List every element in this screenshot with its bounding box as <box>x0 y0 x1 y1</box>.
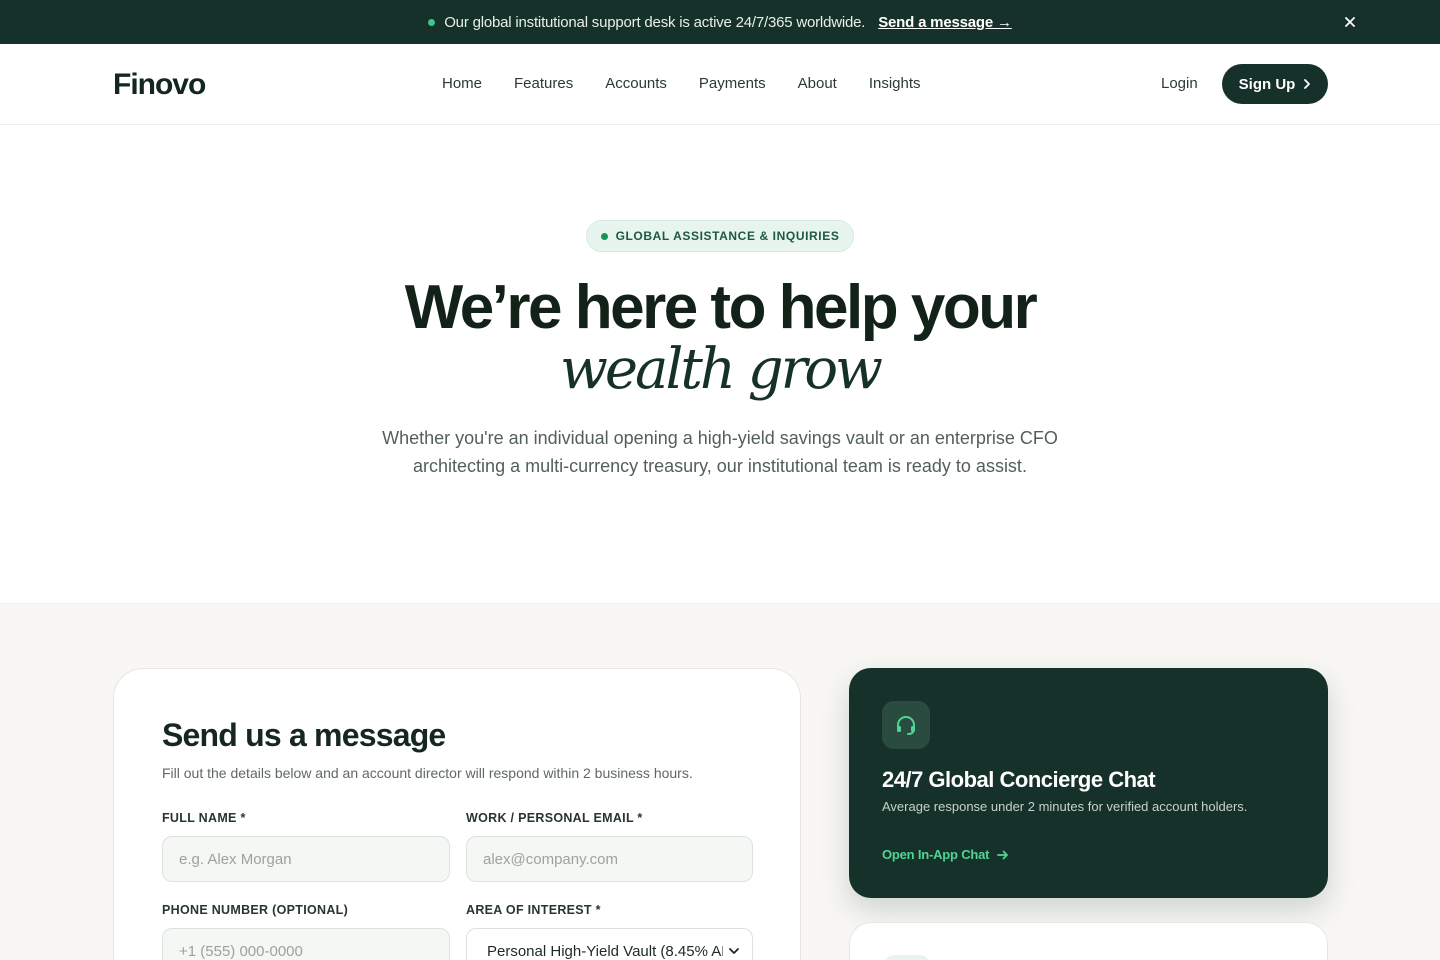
announcement-text: Our global institutional support desk is… <box>444 13 866 31</box>
send-message-link[interactable]: Send a message → <box>878 14 1012 31</box>
contact-form-card: Send us a message Fill out the details b… <box>113 668 801 960</box>
nav-item-about[interactable]: About <box>798 75 837 92</box>
chat-card-title: 24/7 Global Concierge Chat <box>882 767 1156 792</box>
hero-title: We’re here to help your <box>404 273 1038 342</box>
full-name-label: FULL NAME * <box>162 811 246 825</box>
chat-icon-tile <box>882 701 930 749</box>
arrow-right-icon <box>997 850 1009 859</box>
main-nav: Home Features Accounts Payments About In… <box>442 75 921 92</box>
email-label: WORK / PERSONAL EMAIL * <box>466 811 643 825</box>
hero-title-script: wealth grow <box>559 337 883 402</box>
nav-item-accounts[interactable]: Accounts <box>605 75 667 92</box>
interest-label: AREA OF INTEREST * <box>466 903 601 917</box>
form-description: Fill out the details below and an accoun… <box>162 765 693 781</box>
logo[interactable]: Finovo <box>113 68 206 102</box>
nav-item-features[interactable]: Features <box>514 75 573 92</box>
secondary-contact-card <box>849 922 1328 960</box>
nav-item-insights[interactable]: Insights <box>869 75 921 92</box>
hero-subtitle: Whether you're an individual opening a h… <box>382 428 1058 476</box>
sign-up-label: Sign Up <box>1238 75 1296 93</box>
phone-input[interactable] <box>162 928 450 960</box>
interest-selected-value: Personal High-Yield Vault (8.45% AF <box>487 942 723 960</box>
nav-item-payments[interactable]: Payments <box>699 75 766 92</box>
form-title: Send us a message <box>162 717 446 753</box>
concierge-chat-card: 24/7 Global Concierge Chat Average respo… <box>849 668 1328 898</box>
chevron-down-icon <box>729 948 739 954</box>
hero-section: GLOBAL ASSISTANCE & INQUIRIES We’re here… <box>0 125 1440 603</box>
full-name-input[interactable] <box>162 836 450 882</box>
interest-select[interactable]: Personal High-Yield Vault (8.45% AF <box>466 928 753 960</box>
login-link[interactable]: Login <box>1161 75 1198 92</box>
headset-icon <box>897 716 915 735</box>
chat-card-description: Average response under 2 minutes for ver… <box>882 799 1248 814</box>
badge-dot <box>600 232 608 240</box>
chevron-right-icon <box>1304 79 1311 89</box>
nav-item-home[interactable]: Home <box>442 75 482 92</box>
badge-label: GLOBAL ASSISTANCE & INQUIRIES <box>615 229 840 243</box>
sign-up-button[interactable]: Sign Up <box>1222 64 1328 104</box>
status-dot <box>428 18 436 26</box>
open-chat-link[interactable]: Open In-App Chat <box>882 847 1009 862</box>
email-input[interactable] <box>466 836 753 882</box>
close-icon <box>1345 17 1355 27</box>
announcement-bar: Our global institutional support desk is… <box>0 0 1440 44</box>
secondary-card-icon-tile <box>883 955 931 960</box>
open-chat-label: Open In-App Chat <box>882 847 990 862</box>
hero-badge: GLOBAL ASSISTANCE & INQUIRIES <box>586 220 854 252</box>
site-header: Finovo Home Features Accounts Payments A… <box>0 44 1440 125</box>
close-announcement-button[interactable] <box>1340 12 1360 32</box>
phone-label: PHONE NUMBER (OPTIONAL) <box>162 903 349 917</box>
